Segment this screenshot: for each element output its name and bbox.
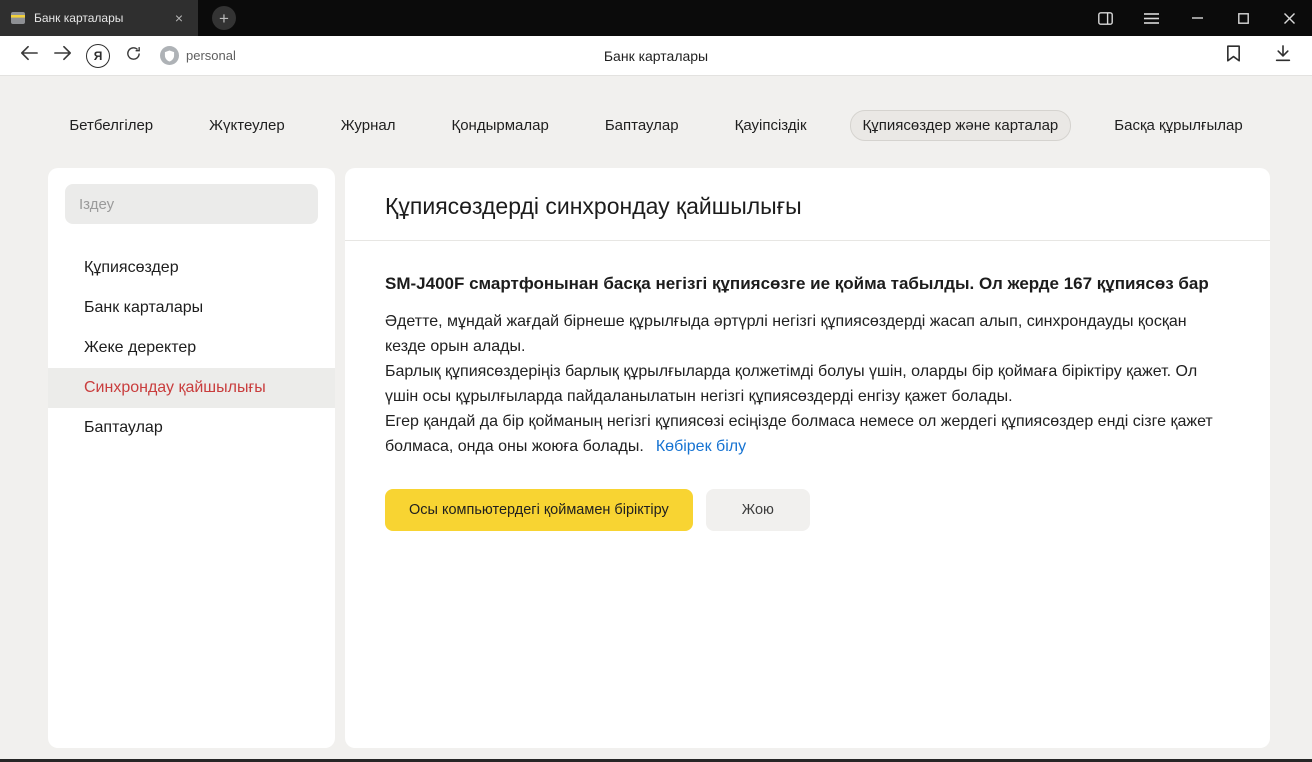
conflict-paragraph-1: Әдетте, мұндай жағдай бірнеше құрылғыда … (385, 309, 1230, 359)
refresh-icon (125, 45, 142, 67)
side-panel-icon (1098, 12, 1113, 25)
nav-tab-downloads[interactable]: Жүктеулер (196, 110, 298, 141)
conflict-heading: SM-J400F смартфонынан басқа негізгі құпи… (385, 270, 1230, 297)
sidebar-item-settings[interactable]: Баптаулар (48, 408, 335, 448)
conflict-paragraph-3: Егер қандай да бір қойманың негізгі құпи… (385, 409, 1230, 459)
merge-storage-button[interactable]: Осы компьютердегі қоймамен біріктіру (385, 489, 693, 531)
bookmark-icon (1226, 45, 1241, 67)
sidebar-item-personal-data[interactable]: Жеке деректер (48, 328, 335, 368)
protect-profile-label: personal (186, 48, 236, 63)
minimize-icon (1192, 17, 1203, 19)
titlebar: Банк карталары × + (0, 0, 1312, 36)
nav-tab-bookmarks[interactable]: Бетбелгілер (56, 110, 166, 141)
nav-tab-passwords-and-cards[interactable]: Құпиясөздер және карталар (850, 110, 1072, 141)
protect-status[interactable]: personal (160, 46, 236, 65)
nav-tab-security[interactable]: Қауіпсіздік (722, 110, 820, 141)
plus-icon: + (219, 10, 229, 27)
panel-header: Құпиясөздерді синхрондау қайшылығы (345, 168, 1270, 240)
cards-row: Құпиясөздер Банк карталары Жеке деректер… (0, 140, 1312, 748)
delete-storage-button[interactable]: Жою (706, 489, 810, 531)
browser-toolbar: Я personal Банк карталары (0, 36, 1312, 76)
passwords-sidebar: Құпиясөздер Банк карталары Жеке деректер… (48, 168, 335, 748)
tab-favicon-icon (10, 10, 26, 26)
nav-tab-history[interactable]: Журнал (328, 110, 409, 141)
maximize-icon (1238, 13, 1249, 24)
conflict-paragraph-3-text: Егер қандай да бір қойманың негізгі құпи… (385, 413, 1213, 455)
forward-button[interactable] (46, 39, 80, 73)
close-window-icon (1284, 13, 1295, 24)
back-button[interactable] (12, 39, 46, 73)
panel-title: Құпиясөздерді синхрондау қайшылығы (385, 193, 1230, 220)
sidebar-menu: Құпиясөздер Банк карталары Жеке деректер… (48, 248, 335, 448)
search-input[interactable] (65, 184, 318, 224)
browser-tab[interactable]: Банк карталары × (0, 0, 198, 36)
nav-tab-settings[interactable]: Баптаулар (592, 110, 692, 141)
sidebar-item-bank-cards[interactable]: Банк карталары (48, 288, 335, 328)
side-panel-button[interactable] (1082, 0, 1128, 36)
sidebar-item-passwords[interactable]: Құпиясөздер (48, 248, 335, 288)
yandex-logo-icon: Я (94, 49, 103, 63)
panel-body: SM-J400F смартфонынан басқа негізгі құпи… (345, 241, 1270, 531)
settings-page: Бетбелгілер Жүктеулер Журнал Қондырмалар… (0, 76, 1312, 759)
forward-arrow-icon (54, 45, 72, 66)
bookmark-button[interactable] (1216, 39, 1250, 73)
nav-tab-other-devices[interactable]: Басқа құрылғылар (1101, 110, 1255, 141)
sync-conflict-panel: Құпиясөздерді синхрондау қайшылығы SM-J4… (345, 168, 1270, 748)
menu-button[interactable] (1128, 0, 1174, 36)
yandex-home-button[interactable]: Я (86, 44, 110, 68)
toolbar-right-group (1216, 39, 1300, 73)
hamburger-menu-icon (1144, 13, 1159, 24)
refresh-button[interactable] (116, 39, 150, 73)
learn-more-link[interactable]: Көбірек білу (656, 438, 746, 455)
nav-tab-extensions[interactable]: Қондырмалар (438, 110, 561, 141)
minimize-button[interactable] (1174, 0, 1220, 36)
tab-title: Банк карталары (34, 11, 162, 25)
settings-nav-tabs: Бетбелгілер Жүктеулер Журнал Қондырмалар… (0, 110, 1312, 140)
maximize-button[interactable] (1220, 0, 1266, 36)
browser-window: Банк карталары × + (0, 0, 1312, 762)
tab-close-icon[interactable]: × (170, 9, 188, 27)
download-icon (1275, 45, 1291, 67)
close-window-button[interactable] (1266, 0, 1312, 36)
downloads-button[interactable] (1266, 39, 1300, 73)
new-tab-button[interactable]: + (212, 6, 236, 30)
back-arrow-icon (20, 45, 38, 66)
protect-shield-icon (160, 46, 179, 65)
action-buttons: Осы компьютердегі қоймамен біріктіру Жою (385, 489, 1230, 531)
conflict-paragraph-2: Барлық құпиясөздеріңіз барлық құрылғылар… (385, 359, 1230, 409)
sidebar-item-sync-conflict[interactable]: Синхрондау қайшылығы (48, 368, 335, 408)
